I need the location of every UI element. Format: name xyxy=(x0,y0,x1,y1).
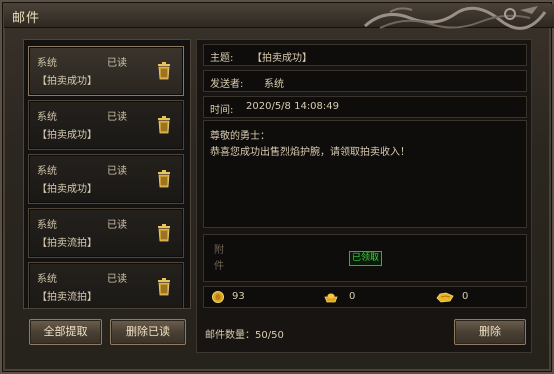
mail-body: 尊敬的勇士： 恭喜您成功出售烈焰护腕，请领取拍卖收入！ xyxy=(203,120,527,228)
attachment-label: 附件 xyxy=(214,245,224,272)
mail-count: 邮件数量：50/50 xyxy=(205,330,284,341)
mail-greeting: 尊敬的勇士： xyxy=(210,131,270,142)
trash-icon[interactable] xyxy=(157,116,171,134)
sender-value: 系统 xyxy=(264,79,284,90)
bound-ingot-value: 0 xyxy=(462,291,469,302)
attachment-box: 附件 已领取 xyxy=(203,234,527,282)
mail-sender: 系统 xyxy=(37,166,57,177)
currency-row: 93 0 0 xyxy=(203,286,527,308)
trash-icon[interactable] xyxy=(157,62,171,80)
mail-read-status: 已读 xyxy=(107,166,127,177)
trash-icon[interactable] xyxy=(157,170,171,188)
claim-all-button[interactable]: 全部提取 xyxy=(29,319,102,345)
mail-subject: 【拍卖流拍】 xyxy=(37,292,97,303)
gold-coin-icon xyxy=(212,291,224,303)
trash-icon[interactable] xyxy=(157,278,171,296)
time-value: 2020/5/8 14:08:49 xyxy=(246,101,340,112)
bound-ingot-icon xyxy=(436,292,454,303)
mail-list-item[interactable]: 系统 已读 【拍卖流拍】 xyxy=(28,262,184,308)
delete-button[interactable]: 删除 xyxy=(454,319,526,345)
sender-row: 发送者: 系统 xyxy=(203,70,527,92)
title-bar: 邮件 xyxy=(4,4,554,30)
gold-ingot-value: 0 xyxy=(349,291,356,302)
mail-window: 邮件 系统 已读 【拍卖成功】 系统 已读 【拍卖成功】 系统 已读 【拍卖成功… xyxy=(0,0,554,374)
mail-sender: 系统 xyxy=(37,112,57,123)
mail-read-status: 已读 xyxy=(107,58,127,69)
subject-row: 主题: 【拍卖成功】 xyxy=(203,44,527,66)
mail-list-item[interactable]: 系统 已读 【拍卖成功】 xyxy=(28,100,184,150)
subject-label: 主题: xyxy=(210,53,234,64)
mail-sender: 系统 xyxy=(37,220,57,231)
mail-sender: 系统 xyxy=(37,274,57,285)
sender-label: 发送者: xyxy=(210,79,244,90)
mail-subject: 【拍卖成功】 xyxy=(37,76,97,87)
mail-read-status: 已读 xyxy=(107,220,127,231)
delete-read-button[interactable]: 删除已读 xyxy=(110,319,186,345)
time-label: 时间: xyxy=(210,105,234,116)
mail-body-text: 恭喜您成功出售烈焰护腕，请领取拍卖收入！ xyxy=(210,147,410,158)
window-title: 邮件 xyxy=(12,11,41,26)
subject-value: 【拍卖成功】 xyxy=(252,53,312,64)
claimed-badge: 已领取 xyxy=(349,251,383,266)
mail-read-status: 已读 xyxy=(107,274,127,285)
dragon-ornament-icon xyxy=(363,6,547,30)
mail-list-item[interactable]: 系统 已读 【拍卖成功】 xyxy=(28,154,184,204)
mail-list[interactable]: 系统 已读 【拍卖成功】 系统 已读 【拍卖成功】 系统 已读 【拍卖成功】 系… xyxy=(23,39,191,309)
trash-icon[interactable] xyxy=(157,224,171,242)
mail-list-item[interactable]: 系统 已读 【拍卖流拍】 xyxy=(28,208,184,258)
gold-ingot-icon xyxy=(324,293,338,303)
gold-coin-value: 93 xyxy=(232,291,245,302)
mail-subject: 【拍卖成功】 xyxy=(37,130,97,141)
mail-read-status: 已读 xyxy=(107,112,127,123)
mail-subject: 【拍卖成功】 xyxy=(37,184,97,195)
mail-list-item[interactable]: 系统 已读 【拍卖成功】 xyxy=(28,46,184,96)
mail-subject: 【拍卖流拍】 xyxy=(37,238,97,249)
mail-detail-panel: 主题: 【拍卖成功】 发送者: 系统 时间: 2020/5/8 14:08:49… xyxy=(196,39,532,353)
mail-sender: 系统 xyxy=(37,58,57,69)
time-row: 时间: 2020/5/8 14:08:49 xyxy=(203,96,527,118)
